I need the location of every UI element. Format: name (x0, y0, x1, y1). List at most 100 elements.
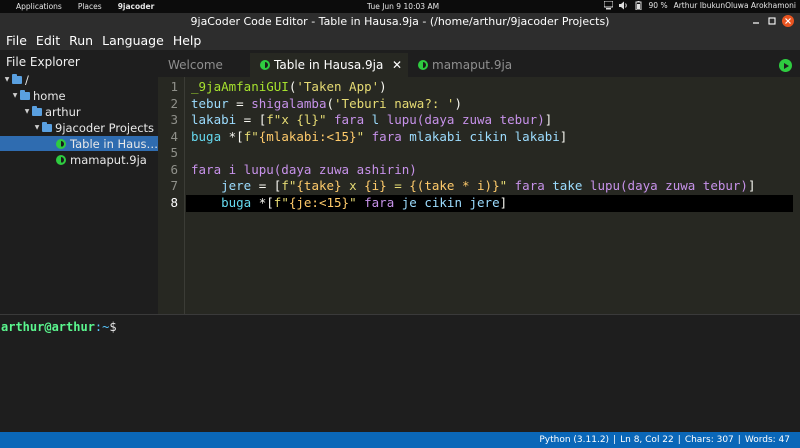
code-token: {je:<15} (288, 194, 350, 210)
code-token: *[ (251, 194, 274, 210)
network-icon[interactable] (603, 0, 614, 10)
code-token: = [ (236, 112, 267, 127)
status-language[interactable]: Python (3.11.2) (539, 435, 609, 445)
close-window-icon[interactable] (782, 15, 794, 27)
menu-run[interactable]: Run (69, 33, 93, 48)
active-app-name[interactable]: 9jacoder (110, 2, 163, 11)
line-number: 8 (170, 194, 178, 210)
tree-item-label: 9jacoder Projects (55, 120, 155, 135)
code-token: je cikin jere (401, 194, 500, 210)
clock[interactable]: Tue Jun 9 10:03 AM (367, 2, 439, 11)
terminal-prompt: arthur@arthur:~$ (1, 320, 117, 334)
tab-table-in-hausa[interactable]: Table in Hausa.9ja ✕ (250, 53, 408, 77)
expand-arrow-icon[interactable]: ▼ (32, 124, 42, 131)
code-token: " (356, 128, 365, 144)
line-number: 5 (170, 145, 178, 160)
9ja-file-icon (260, 60, 270, 70)
status-char-count: Chars: 307 (684, 435, 734, 445)
code-token: fara (356, 194, 402, 210)
9ja-file-icon (56, 138, 66, 149)
code-token: {take} (296, 178, 342, 193)
terminal-panel[interactable]: arthur@arthur:~$ (0, 314, 800, 432)
code-token: f"x {l}" (266, 112, 327, 127)
code-token: " (349, 194, 357, 210)
tree-item-home[interactable]: ▼ home (0, 88, 158, 103)
tree-item-label: / (25, 72, 29, 87)
maximize-icon[interactable] (766, 15, 778, 27)
code-token: *[ (221, 128, 244, 144)
tree-item-root[interactable]: ▼ / (0, 72, 158, 87)
code-token: jere (191, 178, 252, 193)
battery-icon[interactable] (634, 1, 643, 11)
user-menu[interactable]: Arthur IbukunOluwa Arokhamoni (674, 1, 796, 10)
tab-mamaput[interactable]: mamaput.9ja (408, 53, 538, 77)
line-number: 6 (170, 161, 178, 177)
code-line: fara i lupu(daya zuwa ashirin) (191, 161, 417, 178)
expand-arrow-icon[interactable]: ▼ (22, 108, 32, 115)
menu-file[interactable]: File (6, 33, 27, 48)
terminal-path: :~ (94, 320, 110, 334)
status-separator: | (737, 435, 741, 445)
tab-welcome[interactable]: Welcome (158, 53, 250, 77)
code-token: _9jaAmfaniGUI (191, 79, 289, 94)
folder-icon (32, 105, 42, 116)
folder-icon (20, 89, 30, 100)
code-line: jere = [f"{take} x {i} = {(take * i)}" f… (191, 177, 755, 194)
minimize-icon[interactable] (750, 15, 762, 27)
status-separator: | (677, 435, 681, 445)
code-token: ) (379, 79, 387, 94)
code-token: ) (454, 95, 462, 111)
expand-arrow-icon[interactable]: ▼ (10, 92, 20, 99)
code-token: {(take * i)} (409, 178, 500, 193)
volume-icon[interactable] (618, 1, 628, 10)
code-line: buga *[f"{je:<15}" fara je cikin jere] (191, 194, 507, 211)
applications-menu[interactable]: Applications (8, 2, 70, 11)
battery-level: 90 % (648, 1, 668, 10)
menu-language[interactable]: Language (102, 33, 164, 48)
tab-label: Table in Hausa.9ja (274, 58, 384, 72)
tree-item-label: mamaput.9ja (70, 152, 147, 167)
window-title: 9jaCoder Code Editor - Table in Hausa.9j… (190, 15, 610, 28)
code-token: lupu(daya zuwa tebur) (379, 112, 545, 127)
expand-arrow-icon[interactable]: ▼ (2, 76, 12, 83)
tab-label: mamaput.9ja (432, 58, 513, 72)
terminal-user: arthur@arthur (1, 320, 95, 334)
line-number: 4 (170, 128, 178, 144)
code-token: " (499, 178, 508, 193)
code-token: mlakabi cikin lakabi (409, 128, 560, 144)
places-menu[interactable]: Places (70, 2, 110, 11)
code-token: ] (544, 112, 553, 127)
code-line: lakabi = [f"x {l}" fara l lupu(daya zuwa… (191, 111, 552, 128)
line-number: 3 (170, 112, 178, 127)
tree-item-table-in-hausa[interactable]: Table in Haus… (0, 136, 158, 151)
menu-help[interactable]: Help (173, 33, 202, 48)
status-cursor-position: Ln 8, Col 22 (620, 435, 674, 445)
tree-item-arthur[interactable]: ▼ arthur (0, 104, 158, 119)
editor-tab-bar: Welcome Table in Hausa.9ja ✕ mamaput.9ja (158, 50, 800, 77)
code-token: 'Teburi nawa?: ' (334, 95, 455, 111)
tree-item-mamaput[interactable]: mamaput.9ja (0, 152, 158, 167)
code-token: take (552, 178, 583, 193)
tree-item-9jacoder-projects[interactable]: ▼ 9jacoder Projects (0, 120, 158, 135)
code-editor[interactable]: 12345678 _9jaAmfaniGUI ('Taken App') tebur… (158, 77, 800, 314)
folder-icon (12, 73, 22, 84)
line-number-gutter: 12345678 (158, 77, 185, 314)
code-token: 'Taken App' (296, 79, 380, 94)
code-token: buga (191, 194, 252, 210)
code-token: fara (507, 178, 553, 193)
tab-label: Welcome (168, 58, 223, 72)
code-token: lupu(daya zuwa tebur) (582, 178, 748, 193)
close-tab-icon[interactable]: ✕ (392, 58, 402, 72)
code-token: ( (326, 95, 335, 111)
file-explorer-header: File Explorer (6, 55, 80, 69)
code-line: tebur = shigalamba('Teburi nawa?: ') (191, 95, 462, 112)
menu-edit[interactable]: Edit (36, 33, 60, 48)
code-token: = (228, 95, 252, 111)
code-token: fara i lupu(daya zuwa ashirin) (191, 161, 417, 177)
run-icon[interactable] (779, 59, 792, 72)
code-token: = [ (251, 178, 282, 193)
window-title-bar: 9jaCoder Code Editor - Table in Hausa.9j… (0, 13, 800, 30)
code-token: ] (559, 128, 568, 144)
9ja-file-icon (418, 60, 428, 70)
status-separator: | (613, 435, 617, 445)
